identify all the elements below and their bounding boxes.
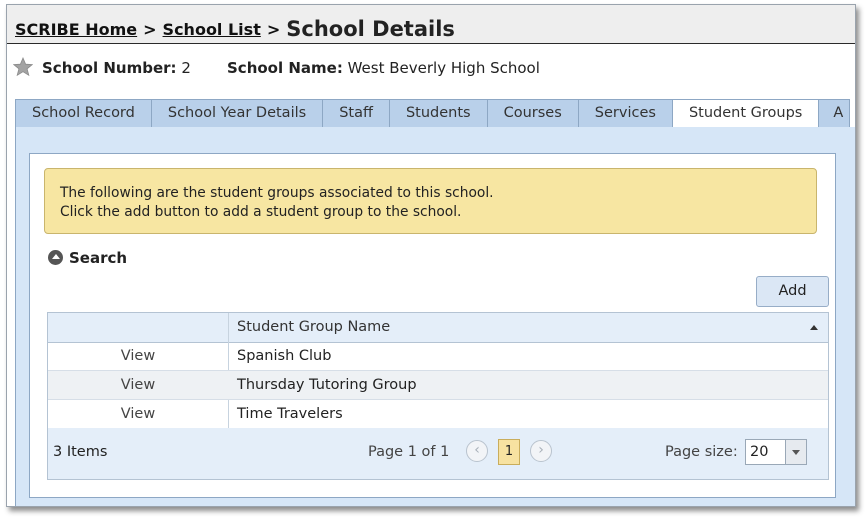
tab-school-record[interactable]: School Record	[15, 99, 152, 127]
items-count: 3 Items	[53, 444, 108, 460]
school-number-label: School Number:	[42, 59, 177, 77]
breadcrumb: SCRIBE Home > School List > School Details	[15, 16, 455, 41]
star-icon[interactable]	[13, 57, 33, 77]
school-name-value: West Beverly High School	[347, 59, 540, 77]
table-row: View Time Travelers	[48, 400, 828, 429]
page-number-button[interactable]: 1	[498, 439, 520, 465]
tab-panel: The following are the student groups ass…	[15, 127, 855, 506]
page-size-label: Page size:	[665, 444, 738, 460]
page-title: School Details	[286, 17, 455, 41]
add-button[interactable]: Add	[756, 276, 829, 307]
group-name-cell: Time Travelers	[237, 406, 343, 422]
school-name: School Name: West Beverly High School	[227, 59, 540, 77]
student-groups-panel: The following are the student groups ass…	[29, 153, 836, 498]
view-link[interactable]: View	[48, 406, 228, 422]
app-window: SCRIBE Home > School List > School Details S…	[6, 4, 856, 507]
breadcrumb-separator: >	[143, 20, 157, 39]
collapse-up-icon	[48, 250, 63, 265]
page-info: Page 1 of 1	[368, 444, 450, 460]
page-size-value: 20	[750, 444, 769, 460]
tab-truncated[interactable]: A	[818, 99, 851, 127]
table-row: View Spanish Club	[48, 342, 828, 371]
view-link[interactable]: View	[48, 348, 228, 364]
tab-staff[interactable]: Staff	[322, 99, 390, 127]
column-header-student-group-name[interactable]: Student Group Name	[237, 319, 390, 335]
breadcrumb-home-link[interactable]: SCRIBE Home	[15, 20, 137, 39]
tab-services[interactable]: Services	[577, 99, 673, 127]
tab-courses[interactable]: Courses	[486, 99, 579, 127]
group-name-cell: Thursday Tutoring Group	[237, 377, 417, 393]
view-link[interactable]: View	[48, 377, 228, 393]
notice-line-2: Click the add button to add a student gr…	[60, 204, 462, 220]
chevron-down-icon[interactable]	[785, 440, 806, 464]
school-name-label: School Name:	[227, 59, 343, 77]
notice-line-1: The following are the student groups ass…	[60, 185, 494, 201]
tab-school-year-details[interactable]: School Year Details	[150, 99, 324, 127]
breadcrumb-school-list-link[interactable]: School List	[163, 20, 261, 39]
table-header: Student Group Name	[48, 313, 828, 343]
breadcrumb-separator: >	[266, 20, 281, 39]
school-number-value: 2	[181, 59, 191, 77]
pager: 3 Items Page 1 of 1 ‹ 1 › Page size: 20	[48, 428, 828, 479]
school-number: School Number: 2	[42, 59, 191, 77]
info-notice: The following are the student groups ass…	[44, 168, 817, 234]
search-label: Search	[69, 249, 128, 267]
page-size-select[interactable]: 20	[745, 439, 807, 465]
tab-student-groups[interactable]: Student Groups	[671, 99, 820, 129]
sort-ascending-icon[interactable]	[810, 325, 818, 330]
table-row: View Thursday Tutoring Group	[48, 371, 828, 400]
page-header: SCRIBE Home > School List > School Details	[7, 5, 855, 44]
next-page-icon[interactable]: ›	[530, 440, 552, 462]
tab-bar: School Record School Year Details Staff …	[15, 99, 851, 129]
group-name-cell: Spanish Club	[237, 348, 332, 364]
tab-students[interactable]: Students	[388, 99, 488, 127]
previous-page-icon[interactable]: ‹	[466, 440, 488, 462]
student-groups-table: Student Group Name View Spanish Club Vie…	[47, 312, 829, 480]
